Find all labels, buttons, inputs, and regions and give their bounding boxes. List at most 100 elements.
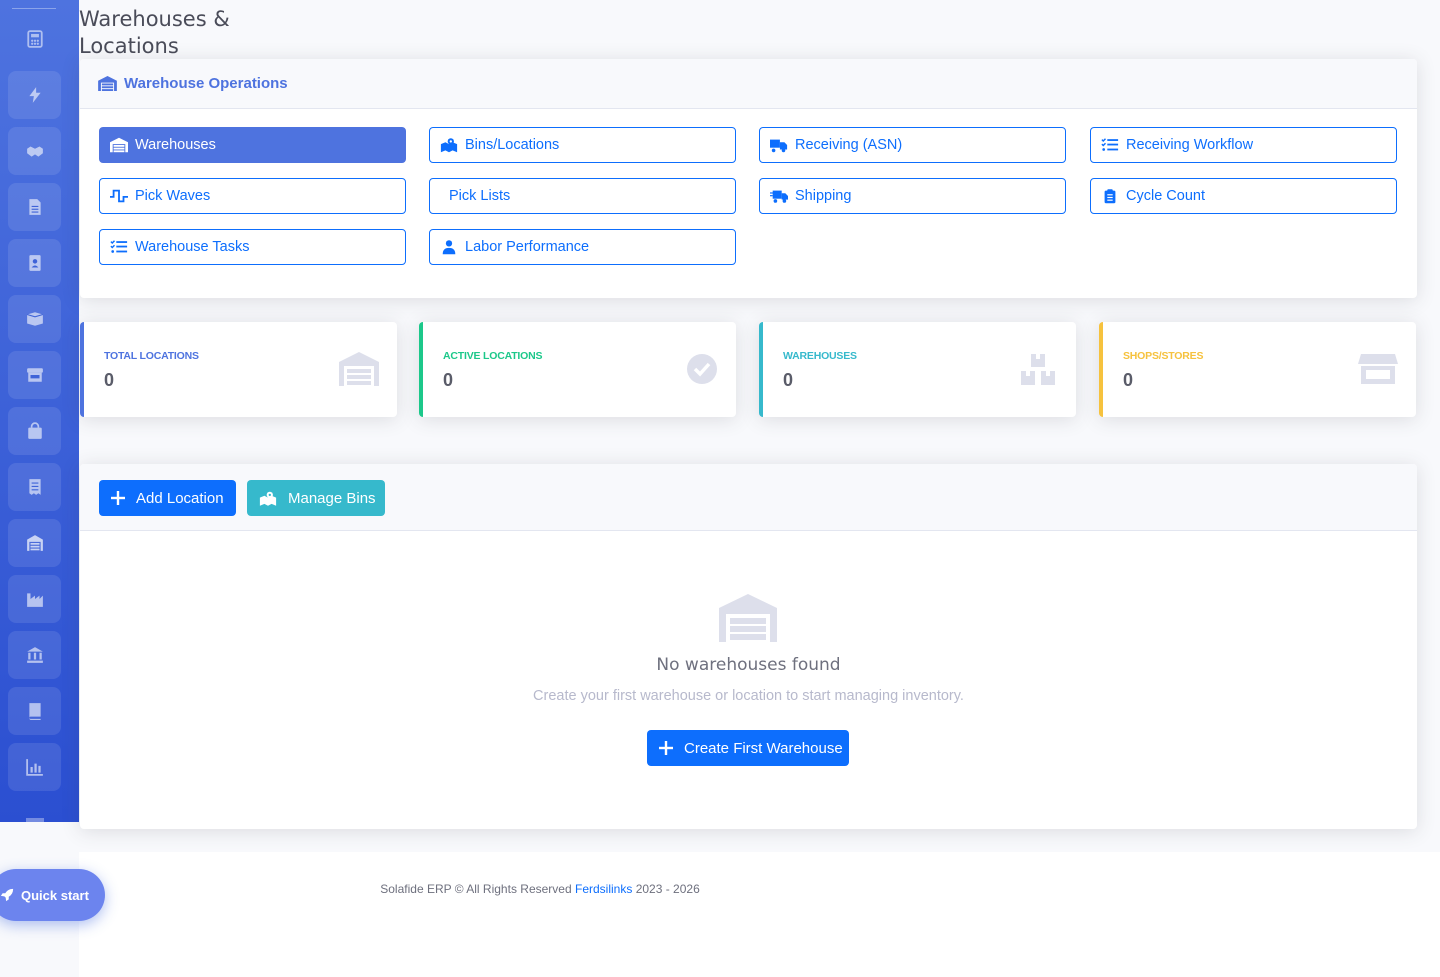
rocket-icon xyxy=(0,888,14,902)
stat-warehouses: WAREHOUSES 0 xyxy=(759,322,1076,417)
manage-bins-button[interactable]: Manage Bins xyxy=(247,480,385,516)
stat-value: 0 xyxy=(783,370,794,390)
check-circle-icon xyxy=(687,354,717,384)
bins-locations-button[interactable]: Bins/Locations xyxy=(429,127,736,163)
stat-total-locations: TOTAL LOCATIONS 0 xyxy=(80,322,397,417)
shipping-label: Shipping xyxy=(795,188,852,204)
industry-icon xyxy=(26,593,43,607)
warehouse-icon xyxy=(719,594,777,642)
stat-label: ACTIVE LOCATIONS xyxy=(443,350,543,362)
sidebar-item-shop[interactable] xyxy=(8,407,61,455)
sidebar-item-bolt[interactable] xyxy=(8,71,61,119)
stat-value: 0 xyxy=(1123,370,1134,390)
sidebar-item-bank[interactable] xyxy=(8,631,61,679)
empty-state-title: No warehouses found xyxy=(656,655,841,675)
manage-bins-label: Manage Bins xyxy=(288,489,376,507)
quick-start-label: Quick start xyxy=(21,887,89,903)
empty-state-subtitle: Create your first warehouse or location … xyxy=(533,688,964,704)
footer-years: 2023 - 2026 xyxy=(635,882,700,896)
sidebar-item-store[interactable] xyxy=(8,351,61,399)
labor-performance-label: Labor Performance xyxy=(465,239,590,255)
warehouse-tasks-label: Warehouse Tasks xyxy=(135,239,250,255)
receiving-asn-button[interactable]: Receiving (ASN) xyxy=(759,127,1066,163)
book-icon xyxy=(28,703,41,720)
sidebar-item-reports[interactable] xyxy=(8,743,61,791)
sidebar-item-receipts[interactable] xyxy=(8,463,61,511)
sidebar-item-warehouse[interactable] xyxy=(8,519,61,567)
warehouse-icon xyxy=(98,76,117,91)
boxes-icon xyxy=(1021,354,1055,385)
pick-waves-button[interactable]: Pick Waves xyxy=(99,178,406,214)
operations-header: Warehouse Operations xyxy=(80,59,1417,109)
truck-loading-icon xyxy=(770,139,788,153)
pick-waves-label: Pick Waves xyxy=(135,188,211,204)
quick-start-button[interactable]: Quick start xyxy=(0,869,105,921)
sidebar-item-contacts[interactable] xyxy=(8,239,61,287)
stat-shops-stores: SHOPS/STORES 0 xyxy=(1099,322,1416,417)
sidebar-more-icon[interactable] xyxy=(26,818,44,822)
shipping-button[interactable]: Shipping xyxy=(759,178,1066,214)
stat-label: TOTAL LOCATIONS xyxy=(104,350,199,362)
tasks-icon xyxy=(1101,138,1119,151)
pick-lists-button[interactable]: Pick Lists xyxy=(429,178,736,214)
warehouses-button[interactable]: Warehouses xyxy=(99,127,406,163)
bank-icon xyxy=(26,647,43,663)
add-location-button[interactable]: Add Location xyxy=(99,480,236,516)
wave-square-icon xyxy=(110,189,128,203)
boxes-icon xyxy=(26,312,43,326)
calculator-icon[interactable] xyxy=(26,30,44,48)
warehouse-icon xyxy=(110,137,128,153)
receiving-workflow-label: Receiving Workflow xyxy=(1126,137,1254,153)
bolt-icon xyxy=(28,87,41,103)
page-title: Warehouses & Locations xyxy=(79,7,230,58)
clipboard-list-icon xyxy=(1104,189,1116,204)
bins-locations-label: Bins/Locations xyxy=(465,137,560,153)
cycle-count-label: Cycle Count xyxy=(1126,188,1205,204)
tasks-icon xyxy=(110,240,128,253)
stat-value: 0 xyxy=(443,370,454,390)
map-marked-icon xyxy=(259,491,277,506)
labor-performance-button[interactable]: Labor Performance xyxy=(429,229,736,265)
sidebar xyxy=(0,0,79,822)
footer-copyright: Solafide ERP © All Rights Reserved xyxy=(380,882,572,896)
warehouse-tasks-button[interactable]: Warehouse Tasks xyxy=(99,229,406,265)
contact-book-icon xyxy=(28,255,41,271)
receiving-asn-label: Receiving (ASN) xyxy=(795,137,903,153)
stat-value: 0 xyxy=(104,370,115,390)
plus-icon xyxy=(111,491,125,505)
add-location-label: Add Location xyxy=(136,489,224,507)
store-icon xyxy=(26,368,43,382)
warehouse-operations-card: Warehouse Operations Warehouses Bins/Loc… xyxy=(80,59,1417,298)
warehouse-icon xyxy=(339,352,379,386)
warehouse-list-card: Add Location Manage Bins No warehouses f… xyxy=(80,464,1417,829)
receiving-workflow-button[interactable]: Receiving Workflow xyxy=(1090,127,1397,163)
plus-icon xyxy=(659,741,673,755)
map-marked-icon xyxy=(440,138,458,153)
sidebar-item-book[interactable] xyxy=(8,687,61,735)
sidebar-item-boxes[interactable] xyxy=(8,295,61,343)
warehouse-icon xyxy=(26,535,43,551)
footer-text: Solafide ERP © All Rights Reserved Ferds… xyxy=(0,882,1440,896)
sidebar-item-industry[interactable] xyxy=(8,575,61,623)
create-first-warehouse-label: Create First Warehouse xyxy=(684,739,843,757)
list-card-header: Add Location Manage Bins xyxy=(80,464,1417,531)
stat-label: WAREHOUSES xyxy=(783,350,857,362)
cycle-count-button[interactable]: Cycle Count xyxy=(1090,178,1397,214)
sidebar-item-file[interactable] xyxy=(8,183,61,231)
shipping-fast-icon xyxy=(770,190,788,203)
create-first-warehouse-button[interactable]: Create First Warehouse xyxy=(647,730,849,766)
stat-label: SHOPS/STORES xyxy=(1123,350,1204,362)
sidebar-item-handshake[interactable] xyxy=(8,127,61,175)
shopping-bag-icon xyxy=(27,422,42,439)
pick-lists-label: Pick Lists xyxy=(449,188,511,204)
receipt-icon xyxy=(28,479,41,495)
store-icon xyxy=(1358,354,1398,384)
footer: Solafide ERP © All Rights Reserved Ferds… xyxy=(79,852,1440,977)
operations-title: Warehouse Operations xyxy=(124,75,288,92)
footer-company-link[interactable]: Ferdsilinks xyxy=(575,882,632,896)
user-tie-icon xyxy=(442,240,456,255)
chart-icon xyxy=(25,759,43,776)
file-icon xyxy=(28,199,41,215)
stat-active-locations: ACTIVE LOCATIONS 0 xyxy=(419,322,736,417)
warehouses-button-label: Warehouses xyxy=(135,137,216,153)
